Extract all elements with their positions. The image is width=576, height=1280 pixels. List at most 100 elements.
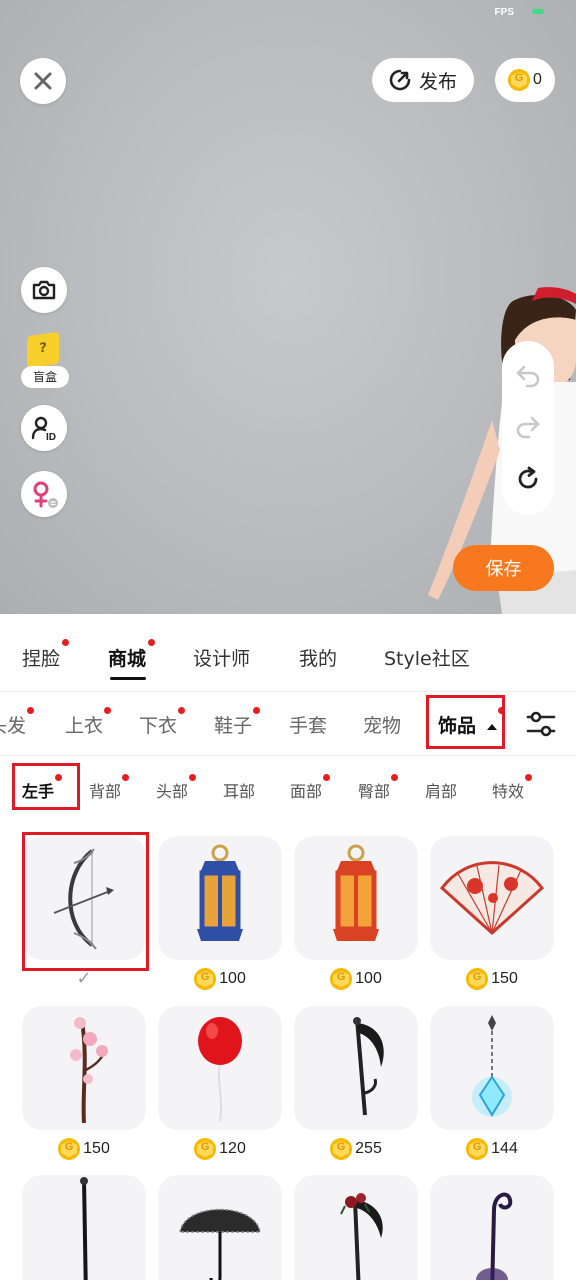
item-thumbnail: [158, 836, 282, 960]
tab-style-community[interactable]: Style社区: [384, 644, 470, 671]
sliders-icon: [526, 711, 556, 737]
tab-mine[interactable]: 我的: [299, 644, 337, 671]
item-thumbnail: [22, 1006, 146, 1130]
fps-indicator: [532, 9, 544, 14]
slot-head[interactable]: 头部: [156, 774, 197, 802]
notice-dot: [104, 707, 112, 714]
item-price: 144: [430, 1138, 554, 1160]
item-thumbnail: [430, 836, 554, 960]
owned-check-icon: ✓: [76, 968, 92, 989]
item-card[interactable]: [294, 1175, 418, 1280]
item-card[interactable]: 100: [294, 836, 418, 990]
item-thumbnail: [294, 836, 418, 960]
item-card[interactable]: 144: [430, 1006, 554, 1160]
undo-icon[interactable]: [515, 364, 541, 388]
cherry-blossom-icon: [70, 1017, 108, 1124]
item-card[interactable]: [22, 1175, 146, 1280]
fps-label: FPS: [494, 7, 514, 18]
slot-tab-bar: 左手 背部 头部 耳部 面部 臀部 肩部 特效: [0, 756, 576, 820]
rose-scythe-icon: [340, 1193, 383, 1280]
coin-balance-value: 0: [533, 71, 542, 88]
slot-back[interactable]: 背部: [89, 774, 130, 802]
item-card[interactable]: [158, 1175, 282, 1280]
notice-dot: [253, 707, 261, 714]
notice-dot: [62, 639, 70, 646]
notice-dot: [27, 707, 35, 714]
category-gloves[interactable]: 手套: [289, 711, 327, 738]
category-shoes[interactable]: 鞋子: [214, 707, 261, 738]
category-label: 头发: [0, 715, 27, 737]
tab-label: 设计师: [193, 648, 251, 670]
slot-shoulder[interactable]: 肩部: [425, 778, 457, 802]
item-price-value: 255: [355, 1140, 382, 1157]
item-thumbnail: [294, 1006, 418, 1130]
blind-box-icon: ?: [27, 331, 59, 369]
camera-button[interactable]: [21, 267, 67, 313]
redo-icon[interactable]: [515, 415, 541, 439]
item-card[interactable]: 150: [22, 1006, 146, 1160]
umbrella-icon: [179, 1208, 261, 1280]
coin-icon: [508, 69, 531, 91]
folding-fan-icon: [439, 861, 545, 936]
avatar-viewport[interactable]: FPS 发布 0 ? 盲盒 ID: [0, 0, 576, 614]
item-card[interactable]: 255: [294, 1006, 418, 1160]
item-card[interactable]: [430, 1175, 554, 1280]
category-hair[interactable]: 头发: [0, 707, 35, 738]
slot-label: 背部: [89, 782, 122, 801]
coin-icon: [194, 968, 217, 990]
notice-dot: [391, 774, 399, 781]
publish-label: 发布: [418, 70, 457, 93]
category-bottom[interactable]: 下衣: [139, 707, 186, 738]
item-card[interactable]: 150: [430, 836, 554, 990]
tab-label: 捏脸: [22, 648, 61, 670]
slot-highlight-box: [12, 763, 80, 810]
slot-effects[interactable]: 特效: [492, 774, 533, 802]
slot-ear[interactable]: 耳部: [223, 778, 255, 802]
avatar-id-button[interactable]: ID: [21, 405, 67, 451]
publish-button[interactable]: 发布: [372, 58, 474, 102]
item-card[interactable]: 100: [158, 836, 282, 990]
item-thumbnail: [22, 1175, 146, 1280]
coin-icon: [194, 1138, 217, 1160]
tab-shop[interactable]: 商城: [108, 639, 156, 671]
save-button[interactable]: 保存: [453, 545, 554, 591]
item-price-value: 100: [355, 970, 382, 987]
category-top[interactable]: 上衣: [65, 707, 112, 738]
slot-face[interactable]: 面部: [290, 774, 331, 802]
category-label: 上衣: [65, 715, 104, 737]
curled-staff-icon: [476, 1192, 513, 1280]
gender-switch-button[interactable]: [21, 471, 67, 517]
slot-label: 特效: [492, 782, 525, 801]
camera-icon: [32, 280, 56, 300]
tab-designer[interactable]: 设计师: [193, 644, 250, 671]
publish-icon: [389, 69, 411, 91]
item-thumbnail: [158, 1175, 282, 1280]
crystal-pendant-icon: [472, 1015, 512, 1117]
reset-icon[interactable]: [515, 466, 541, 492]
balloon-icon: [198, 1017, 242, 1122]
female-icon: [33, 481, 58, 508]
slot-label: 面部: [290, 782, 323, 801]
notice-dot: [148, 639, 156, 646]
tab-face-editor[interactable]: 捏脸: [22, 639, 70, 671]
notice-dot: [323, 774, 331, 781]
slot-hip[interactable]: 臀部: [358, 774, 399, 802]
coin-balance[interactable]: 0: [495, 58, 555, 102]
filter-button[interactable]: [521, 706, 561, 742]
coin-icon: [330, 1138, 353, 1160]
active-tab-indicator: [110, 677, 146, 680]
item-price-value: 100: [219, 970, 246, 987]
item-card[interactable]: 120: [158, 1006, 282, 1160]
category-pets[interactable]: 宠物: [363, 711, 401, 738]
blind-box-button[interactable]: ? 盲盒: [21, 331, 69, 390]
item-price-value: 144: [491, 1140, 518, 1157]
item-price: 100: [294, 968, 418, 990]
slot-label: 肩部: [425, 782, 458, 801]
close-button[interactable]: [20, 58, 66, 104]
category-label: 宠物: [363, 715, 402, 737]
slot-label: 耳部: [223, 782, 256, 801]
item-thumbnail: [294, 1175, 418, 1280]
coin-icon: [466, 1138, 489, 1160]
tab-label: 我的: [299, 648, 338, 670]
history-panel: [502, 341, 554, 515]
